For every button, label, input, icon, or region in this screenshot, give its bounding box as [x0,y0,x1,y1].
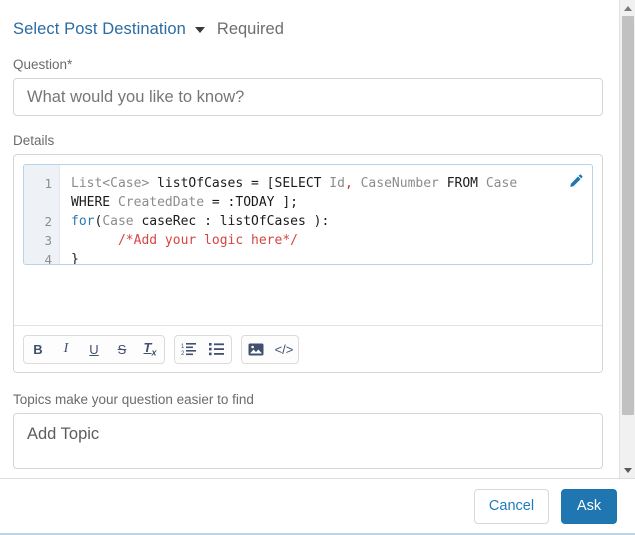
toolbar-group-text-format: B I U S Tx [23,334,165,364]
italic-icon: I [63,341,69,356]
bulleted-list-button[interactable] [203,336,231,363]
dialog-scroll-content: Select Post Destination Required Questio… [0,0,619,478]
code-token: for [71,214,95,229]
code-token: = :TODAY ]; [204,195,298,210]
code-token: } [71,252,79,265]
add-topic-placeholder: Add Topic [27,425,100,443]
svg-text:1: 1 [181,344,185,350]
details-editor-body[interactable]: 1 2 3 4 List<Case> listOfCases = [SELECT… [14,155,602,325]
code-token: listOfCases = [SELECT [149,176,330,191]
code-token: , [344,176,353,191]
select-post-destination-link[interactable]: Select Post Destination [13,20,186,39]
remove-format-button[interactable]: Tx [136,336,164,363]
scrollbar-thumb[interactable] [622,16,634,415]
code-token: Case [485,176,518,191]
code-line-numbers: 1 2 3 4 [24,165,60,264]
question-label: Question* [13,57,73,72]
code-line: /*Add your logic here*/ [71,233,298,248]
ask-button[interactable]: Ask [561,488,617,524]
required-label: Required [216,19,284,38]
rich-text-toolbar: B I U S Tx 1 2 </> [14,325,602,372]
bulleted-list-icon [209,342,225,356]
code-line: } [71,252,79,265]
scroll-down-button[interactable] [620,462,635,478]
ask-question-dialog-body: Select Post Destination Required Questio… [0,0,635,478]
line-number: 2 [44,214,52,229]
line-number: 3 [44,233,52,248]
image-icon [248,343,264,356]
code-line: List<Case> listOfCases = [SELECT Id, Cas… [71,176,525,210]
scroll-up-button[interactable] [620,0,635,16]
triangle-up-icon [624,5,632,11]
details-editor: 1 2 3 4 List<Case> listOfCases = [SELECT… [13,154,603,373]
cancel-button[interactable]: Cancel [474,488,549,524]
insert-code-button[interactable]: </> [270,336,298,363]
code-token: caseRec : listOfCases ): [133,214,330,229]
insert-image-button[interactable] [242,336,270,363]
svg-text:2: 2 [181,351,185,356]
code-token: Case [102,214,134,229]
topics-label: Topics make your question easier to find [13,392,254,407]
dialog-footer: Cancel Ask [0,478,635,535]
underline-icon: U [89,341,99,357]
code-token: FROM [438,176,486,191]
toolbar-group-lists: 1 2 [174,334,232,364]
details-label: Details [13,133,55,148]
code-token: CaseNumber [352,176,439,191]
code-icon: </> [274,341,294,357]
code-token: List<Case> [71,176,150,191]
vertical-scrollbar[interactable] [619,0,635,478]
numbered-list-button[interactable]: 1 2 [175,336,203,363]
toolbar-group-insert: </> [241,334,299,364]
bold-icon: B [33,341,43,357]
post-destination-row: Select Post Destination Required [13,0,603,44]
code-token: /*Add your logic here*/ [71,233,298,248]
code-text[interactable]: List<Case> listOfCases = [SELECT Id, Cas… [60,165,592,264]
add-topic-input[interactable]: Add Topic [13,413,603,469]
code-snippet-block[interactable]: 1 2 3 4 List<Case> listOfCases = [SELECT… [23,164,593,265]
question-placeholder: What would you like to know? [27,87,245,106]
line-number: 1 [44,176,52,191]
line-number: 4 [44,252,52,265]
code-token: CreatedDate [117,195,205,210]
question-input[interactable]: What would you like to know? [13,78,603,116]
italic-button[interactable]: I [52,336,80,363]
pencil-icon[interactable] [568,173,584,189]
strikethrough-button[interactable]: S [108,336,136,363]
bold-button[interactable]: B [24,336,52,363]
numbered-list-icon: 1 2 [181,342,197,356]
code-token: Id [329,176,345,191]
triangle-down-icon [624,467,632,473]
underline-button[interactable]: U [80,336,108,363]
chevron-down-icon[interactable] [194,27,205,33]
code-line: for(Case caseRec : listOfCases ): [71,214,329,229]
remove-format-icon: Tx [143,340,157,358]
strikethrough-icon: S [117,341,127,357]
